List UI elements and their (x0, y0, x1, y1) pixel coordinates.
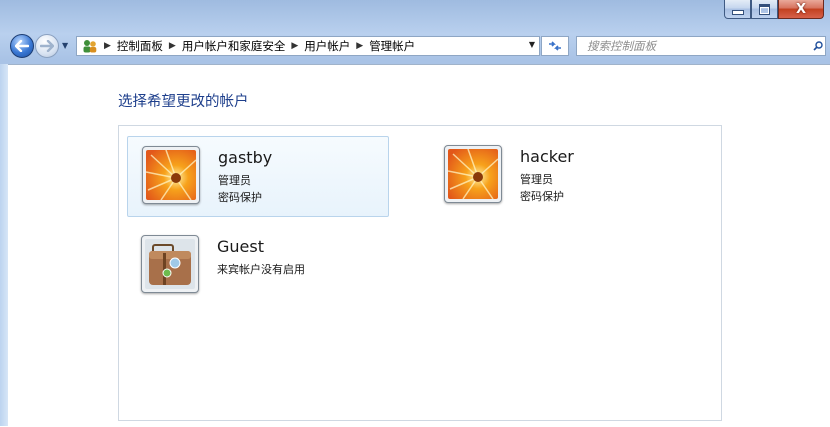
refresh-icon (549, 41, 561, 51)
account-status: 来宾帐户没有启用 (217, 263, 305, 276)
breadcrumb-control-panel[interactable]: 控制面板 (117, 38, 163, 54)
forward-button[interactable] (35, 34, 59, 58)
account-type: 管理员 (218, 174, 251, 187)
window-left-border (0, 64, 8, 426)
orange-flower-icon (146, 150, 196, 200)
back-button[interactable] (10, 34, 34, 58)
breadcrumb-user-accounts[interactable]: 用户帐户 (304, 38, 350, 54)
account-guest[interactable]: Guest 来宾帐户没有启用 (127, 226, 389, 307)
breadcrumb-separator-icon[interactable]: ▶ (104, 41, 111, 51)
orange-flower-icon (448, 149, 498, 199)
account-hacker[interactable]: hacker 管理员 密码保护 (430, 136, 692, 217)
maximize-icon (759, 3, 770, 15)
user-accounts-icon (82, 39, 98, 53)
recent-pages-dropdown-icon[interactable]: ▼ (62, 41, 68, 50)
account-picture (142, 146, 200, 204)
back-arrow-icon (15, 40, 29, 52)
maximize-button[interactable] (751, 0, 778, 19)
account-name: hacker (520, 147, 574, 166)
suitcase-icon (145, 239, 195, 289)
minimize-button[interactable] (724, 0, 751, 19)
accounts-panel: gastby 管理员 密码保护 hacker 管理员 密码保护 Guest 来宾… (118, 125, 722, 421)
page-title: 选择希望更改的帐户 (118, 94, 249, 110)
account-status: 密码保护 (218, 191, 262, 204)
forward-arrow-icon (40, 40, 54, 52)
account-name: gastby (218, 148, 273, 167)
search-input[interactable]: 搜索控制面板 (576, 36, 826, 56)
account-type: 管理员 (520, 173, 553, 186)
search-icon[interactable] (813, 41, 823, 51)
address-bar[interactable]: ▶ 控制面板 ▶ 用户帐户和家庭安全 ▶ 用户帐户 ▶ 管理帐户 ▼ (76, 36, 540, 56)
account-picture (444, 145, 502, 203)
content-area: 选择希望更改的帐户 gastby 管理员 密码保护 hacker 管理员 密码保… (8, 64, 830, 427)
breadcrumb-separator-icon[interactable]: ▶ (356, 41, 363, 51)
breadcrumb-separator-icon[interactable]: ▶ (169, 41, 176, 51)
breadcrumb-manage-accounts[interactable]: 管理帐户 (369, 38, 415, 54)
account-picture (141, 235, 199, 293)
breadcrumb-separator-icon[interactable]: ▶ (291, 41, 298, 51)
account-gastby[interactable]: gastby 管理员 密码保护 (127, 136, 389, 217)
account-status: 密码保护 (520, 190, 564, 203)
minimize-icon (731, 9, 744, 15)
title-bar: X (0, 0, 830, 30)
breadcrumb-user-accounts-family-safety[interactable]: 用户帐户和家庭安全 (182, 38, 286, 54)
close-icon: X (795, 1, 807, 17)
window-controls: X (724, 0, 824, 20)
account-name: Guest (217, 237, 264, 256)
address-history-dropdown-icon[interactable]: ▼ (529, 40, 535, 49)
close-button[interactable]: X (778, 0, 824, 19)
refresh-button[interactable] (541, 36, 569, 56)
